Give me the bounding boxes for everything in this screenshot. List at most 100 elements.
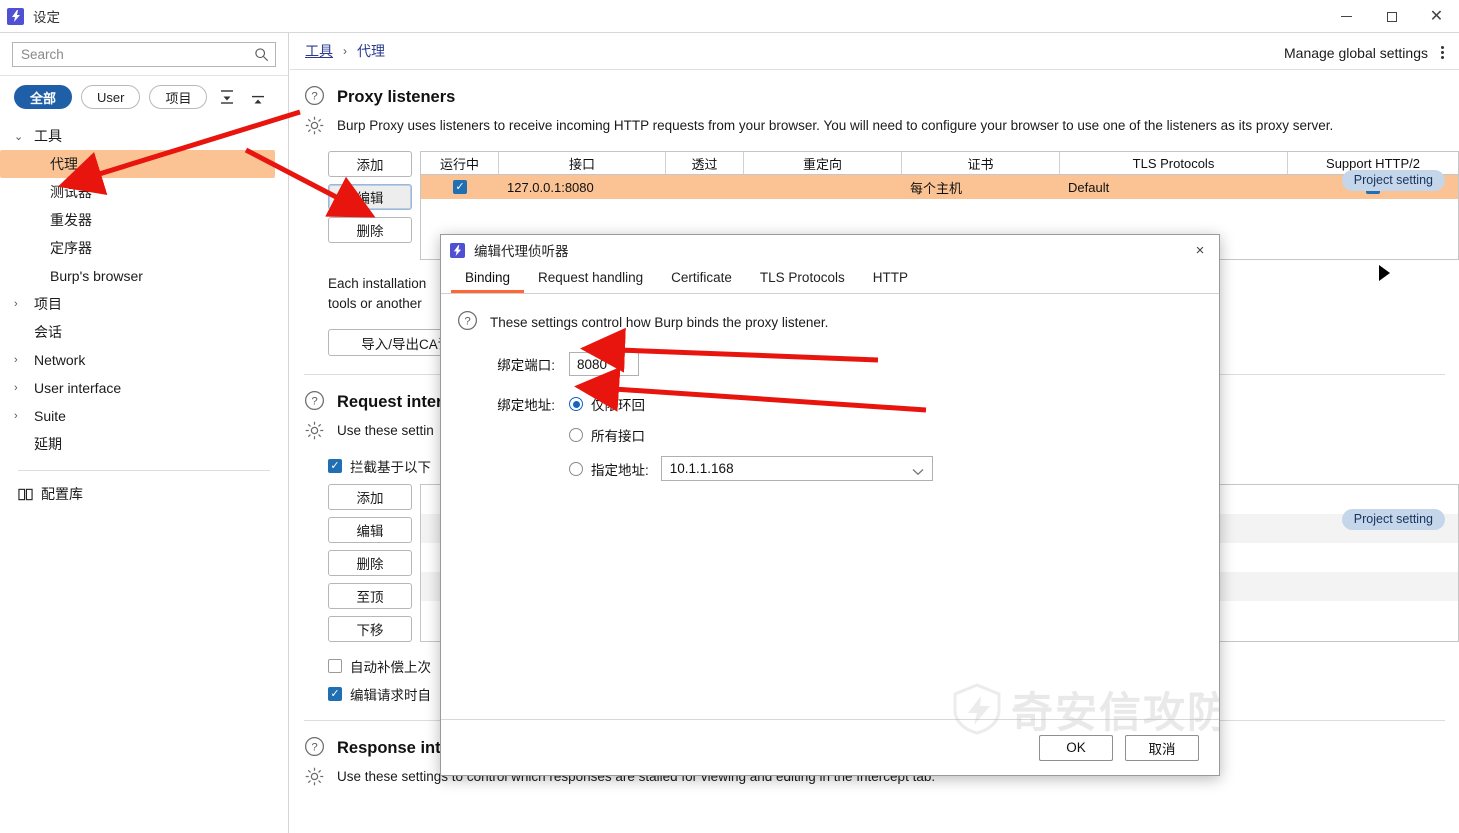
cell-redirect [744, 175, 902, 199]
config-library-label: 配置库 [41, 484, 83, 504]
tree-item-tools[interactable]: ⌄工具 [0, 122, 288, 150]
radio-icon[interactable] [569, 428, 583, 442]
tree-item-intruder[interactable]: 测试器 [0, 178, 288, 206]
table-row[interactable]: 127.0.0.1:8080 每个主机 Default [421, 175, 1458, 199]
maximize-button[interactable] [1369, 0, 1414, 33]
bind-port-row: 绑定端口: 8080 [441, 352, 1219, 376]
tab-http[interactable]: HTTP [859, 265, 922, 293]
search-icon [254, 47, 269, 62]
delete-rule-button[interactable]: 删除 [328, 550, 412, 576]
cell-running[interactable] [421, 175, 499, 199]
tab-certificate[interactable]: Certificate [657, 265, 746, 293]
edit-listener-button[interactable]: 编辑 [328, 184, 412, 210]
window-title: 设定 [33, 6, 60, 26]
radio-icon[interactable] [569, 397, 583, 411]
breadcrumb-bar: 工具 › 代理 Manage global settings [290, 33, 1459, 70]
close-button[interactable]: ✕ [1414, 0, 1459, 33]
tree-item-label: Network [30, 352, 85, 368]
tree-item-sessions[interactable]: 会话 [0, 318, 288, 346]
tab-binding[interactable]: Binding [451, 265, 524, 293]
bind-port-label: 绑定端口: [467, 354, 555, 374]
gear-icon[interactable] [304, 420, 325, 444]
status-badge: Project setting [1342, 170, 1445, 191]
dialog-close-icon[interactable]: × [1187, 238, 1213, 262]
search-input[interactable] [13, 47, 275, 62]
tree-item-repeater[interactable]: 重发器 [0, 206, 288, 234]
help-icon[interactable]: ? [304, 390, 325, 414]
filter-pill-project[interactable]: 项目 [149, 85, 207, 109]
tab-tls-protocols[interactable]: TLS Protocols [746, 265, 859, 293]
cancel-button[interactable]: 取消 [1125, 735, 1199, 761]
chevron-down-icon [912, 464, 924, 479]
cell-interface: 127.0.0.1:8080 [499, 175, 666, 199]
tree-item-label: 重发器 [46, 210, 92, 230]
radio-icon[interactable] [569, 462, 583, 476]
running-checkbox[interactable] [453, 180, 467, 194]
edit-rule-button[interactable]: 编辑 [328, 517, 412, 543]
svg-text:?: ? [311, 91, 317, 103]
minimize-icon [1341, 16, 1352, 17]
sidebar-item-config-library[interactable]: 配置库 [0, 479, 288, 509]
chevron-right-icon: › [14, 410, 30, 422]
add-rule-button[interactable]: 添加 [328, 484, 412, 510]
column-header-interface[interactable]: 接口 [499, 152, 666, 174]
kebab-menu-icon[interactable] [1438, 42, 1447, 63]
manage-global-settings-label: Manage global settings [1284, 45, 1428, 61]
breadcrumb-proxy[interactable]: 代理 [357, 41, 385, 61]
manage-global-settings[interactable]: Manage global settings [1284, 42, 1447, 63]
column-header-tls-protocols[interactable]: TLS Protocols [1060, 152, 1288, 174]
radio-all-interfaces[interactable]: 所有接口 [441, 425, 1219, 445]
column-header-running[interactable]: 运行中 [421, 152, 499, 174]
collapse-all-icon[interactable] [216, 86, 238, 108]
tree-item-project[interactable]: ›项目 [0, 290, 288, 318]
close-icon: ✕ [1430, 9, 1443, 25]
search-box[interactable] [12, 42, 276, 67]
move-top-button[interactable]: 至顶 [328, 583, 412, 609]
tree-item-proxy[interactable]: 代理 [0, 150, 275, 178]
column-header-redirect[interactable]: 重定向 [744, 152, 902, 174]
proxy-listeners-description: Burp Proxy uses listeners to receive inc… [337, 115, 1333, 135]
radio-loopback-only[interactable]: 仅限环回 [569, 394, 645, 414]
gear-icon[interactable] [304, 766, 325, 790]
help-icon[interactable]: ? [304, 736, 325, 760]
tree-item-label: 定序器 [46, 238, 92, 258]
dialog-body: 奇安信攻防社区 ? These settings control how Bur… [441, 294, 1219, 719]
gear-icon[interactable] [304, 115, 325, 139]
tree-item-network[interactable]: ›Network [0, 346, 288, 374]
settings-tree: ⌄工具 代理 测试器 重发器 定序器 Burp's browser ›项目 会话… [0, 118, 288, 509]
tree-item-burps-browser[interactable]: Burp's browser [0, 262, 288, 290]
tree-item-suite[interactable]: ›Suite [0, 402, 288, 430]
tree-item-label: 代理 [46, 154, 78, 174]
tab-request-handling[interactable]: Request handling [524, 265, 657, 293]
cell-tls-protocols: Default [1060, 175, 1288, 199]
radio-specific-address[interactable]: 指定地址: 10.1.1.168 [441, 456, 1219, 481]
sidebar-search-row [0, 33, 288, 76]
tree-item-extensions[interactable]: 延期 [0, 430, 288, 458]
filter-pill-all[interactable]: 全部 [14, 85, 72, 109]
status-badge: Project setting [1342, 509, 1445, 530]
tree-item-label: 工具 [30, 126, 62, 146]
expand-all-icon[interactable] [247, 86, 269, 108]
intercept-rules-checkbox[interactable] [328, 459, 342, 473]
specific-address-combobox[interactable]: 10.1.1.168 [661, 456, 933, 481]
filter-pill-user[interactable]: User [81, 85, 140, 109]
tree-item-sequencer[interactable]: 定序器 [0, 234, 288, 262]
ok-button[interactable]: OK [1039, 735, 1113, 761]
tree-item-user-interface[interactable]: ›User interface [0, 374, 288, 402]
column-header-certificate[interactable]: 证书 [902, 152, 1060, 174]
breadcrumb-tools[interactable]: 工具 [305, 41, 333, 61]
bind-port-input[interactable]: 8080 [569, 352, 639, 376]
column-header-invisible[interactable]: 透过 [666, 152, 744, 174]
chevron-right-icon: › [14, 354, 30, 366]
request-rules-buttons: 添加 编辑 删除 至顶 下移 [328, 484, 412, 642]
add-listener-button[interactable]: 添加 [328, 151, 412, 177]
book-icon [18, 487, 33, 502]
help-icon[interactable]: ? [304, 85, 325, 109]
move-down-button[interactable]: 下移 [328, 616, 412, 642]
minimize-button[interactable] [1324, 0, 1369, 33]
delete-listener-button[interactable]: 删除 [328, 217, 412, 243]
auto-update-checkbox[interactable] [328, 687, 342, 701]
request-interception-title: Request inter [337, 393, 442, 412]
auto-fix-checkbox[interactable] [328, 659, 342, 673]
help-icon[interactable]: ? [457, 310, 478, 334]
